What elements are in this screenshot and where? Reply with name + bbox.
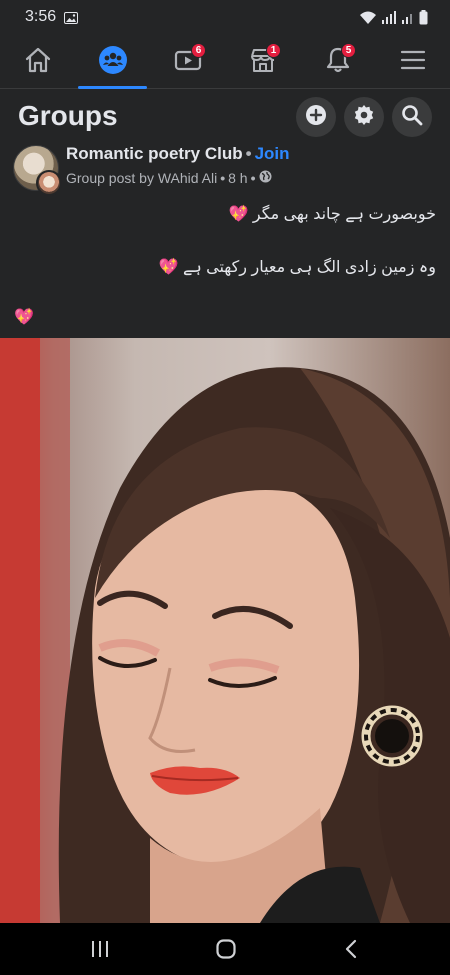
meta-separator-2: • bbox=[250, 170, 256, 186]
meta-separator: • bbox=[220, 170, 226, 186]
wifi-icon bbox=[359, 11, 377, 30]
signal-2-icon bbox=[401, 11, 415, 30]
gear-icon bbox=[353, 104, 375, 131]
status-time: 3:56 bbox=[25, 8, 57, 25]
nav-groups[interactable] bbox=[75, 36, 150, 89]
post-text-line-2: وہ زمین زادی الگ ہی معیار رکھتی ہے 💖 bbox=[158, 259, 436, 276]
post-header-title: Romantic poetry Club • Join bbox=[66, 144, 290, 164]
group-name-link[interactable]: Romantic poetry Club bbox=[66, 144, 243, 163]
group-settings-button[interactable] bbox=[344, 97, 384, 137]
search-icon bbox=[401, 104, 423, 131]
post-photo[interactable] bbox=[0, 338, 450, 923]
author-avatar[interactable] bbox=[36, 170, 62, 196]
page-header: Groups bbox=[0, 90, 450, 142]
plus-icon bbox=[305, 104, 327, 131]
post-author[interactable]: Group post by WAhid Ali bbox=[66, 170, 217, 186]
status-indicators bbox=[359, 10, 428, 30]
post-meta: Group post by WAhid Ali • 8 h • bbox=[66, 170, 272, 186]
hamburger-menu-icon bbox=[400, 49, 426, 76]
marketplace-badge: 1 bbox=[266, 43, 281, 58]
post-text-line-1: خوبصورت ہے چاند بھی مگر 💖 bbox=[228, 206, 436, 223]
notifications-badge: 5 bbox=[341, 43, 356, 58]
search-button[interactable] bbox=[392, 97, 432, 137]
watch-badge: 6 bbox=[191, 43, 206, 58]
nav-watch[interactable]: 6 bbox=[150, 36, 225, 88]
home-button-icon[interactable] bbox=[216, 939, 236, 964]
top-nav: 6 1 5 bbox=[0, 36, 450, 89]
post-photo-illustration bbox=[0, 338, 450, 923]
signal-icon bbox=[381, 10, 397, 30]
post-time[interactable]: 8 h bbox=[228, 170, 247, 186]
nav-notifications[interactable]: 5 bbox=[300, 36, 375, 88]
page-title: Groups bbox=[18, 100, 118, 131]
home-icon bbox=[24, 47, 52, 78]
nav-home[interactable] bbox=[0, 36, 75, 88]
system-nav-bar bbox=[0, 923, 450, 975]
post-text-line-3: 💖 bbox=[14, 309, 34, 326]
create-group-button[interactable] bbox=[296, 97, 336, 137]
recent-apps-icon[interactable] bbox=[90, 940, 110, 963]
nav-marketplace[interactable]: 1 bbox=[225, 36, 300, 88]
back-icon[interactable] bbox=[344, 939, 358, 964]
nav-menu[interactable] bbox=[375, 36, 450, 88]
separator-dot: • bbox=[245, 144, 252, 163]
groups-icon bbox=[98, 45, 128, 80]
join-button[interactable]: Join bbox=[255, 144, 290, 163]
gallery-notification-icon bbox=[64, 11, 78, 29]
globe-icon bbox=[259, 170, 272, 186]
battery-icon bbox=[419, 10, 428, 30]
status-bar: 3:56 bbox=[0, 0, 450, 36]
